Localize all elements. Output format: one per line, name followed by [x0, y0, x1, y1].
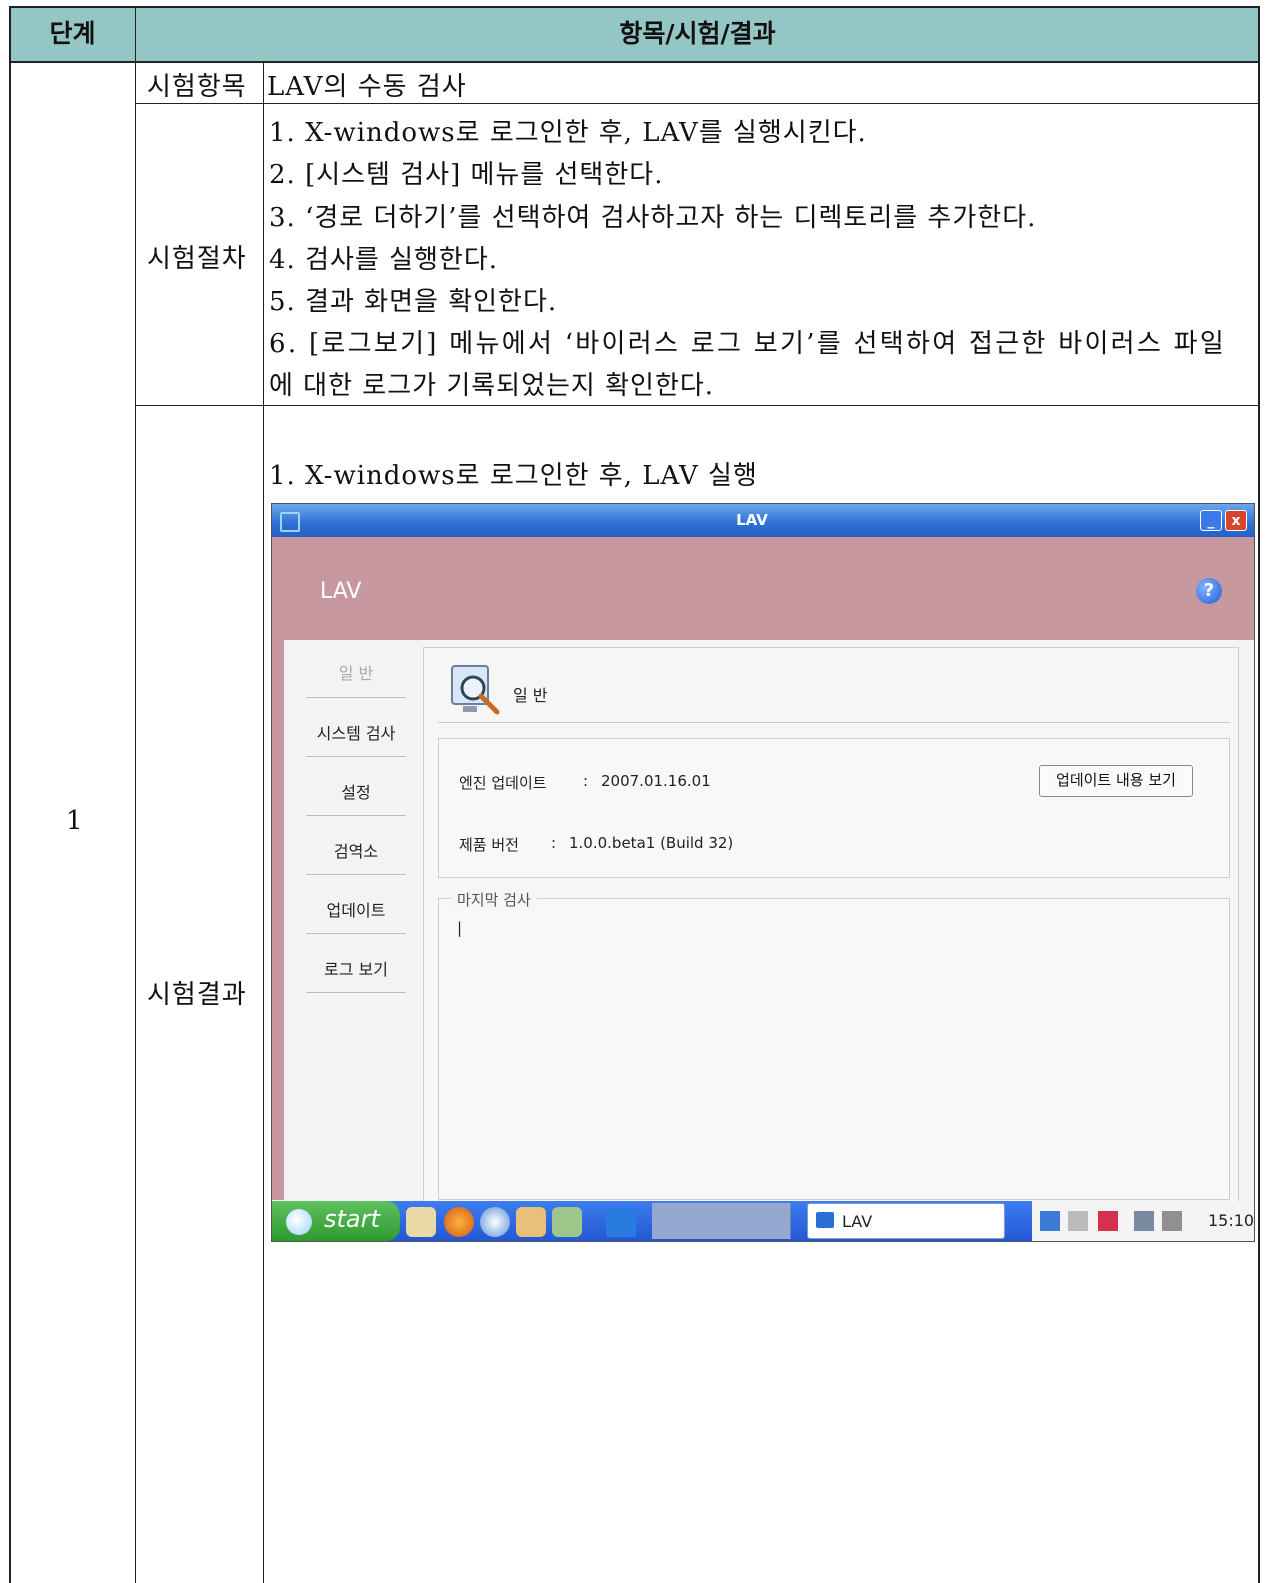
grid-line — [136, 405, 1259, 406]
system-tray: 15:10 — [1032, 1201, 1254, 1241]
result-caption: 1. X-windows로 로그인한 후, LAV 실행 — [269, 461, 758, 491]
window-titlebar: LAV _ x — [272, 504, 1254, 537]
close-button[interactable]: x — [1225, 510, 1247, 531]
quicklaunch-mail-icon[interactable] — [406, 1207, 436, 1237]
quicklaunch-firefox-icon[interactable] — [444, 1207, 474, 1237]
test-item-label: 시험항목 — [147, 72, 247, 102]
sidebar-nav: 일 반 시스템 검사 설정 검역소 업데이트 로그 보기 — [290, 640, 420, 1200]
test-item-value: LAV의 수동 검사 — [267, 72, 467, 102]
nav-item-settings[interactable]: 설정 — [306, 779, 406, 803]
header-stage: 단계 — [49, 19, 96, 48]
quicklaunch-app-icon[interactable] — [606, 1207, 636, 1237]
nav-divider — [306, 756, 406, 757]
last-scan-group: 마지막 검사 | — [438, 889, 1230, 1200]
taskbar-app-lav[interactable]: LAV — [807, 1203, 1005, 1239]
procedure-line: 에 대한 로그가 기록되었는지 확인한다. — [269, 371, 715, 401]
stage-number: 1 — [66, 806, 84, 836]
panel-divider — [438, 722, 1230, 723]
procedure-label: 시험절차 — [147, 244, 247, 274]
nav-item-log-view[interactable]: 로그 보기 — [306, 956, 406, 980]
procedure-line: 2. [시스템 검사] 메뉴를 선택한다. — [269, 160, 664, 190]
content-panel: 일 반 엔진 업데이트 : 2007.01.16.01 업데이트 내용 보기 제… — [423, 647, 1239, 1209]
tray-clock: 15:10 — [1208, 1211, 1255, 1230]
tray-app-icon[interactable] — [1040, 1211, 1060, 1231]
tray-flag-icon[interactable] — [1098, 1211, 1118, 1231]
grid-line — [1258, 6, 1260, 1583]
nav-divider — [306, 992, 406, 993]
procedure-line: 1. X-windows로 로그인한 후, LAV를 실행시킨다. — [269, 118, 867, 148]
start-label: start — [324, 1205, 380, 1233]
left-accent-stripe — [272, 640, 284, 1200]
lav-taskbar-icon — [816, 1212, 834, 1228]
grid-line — [9, 61, 1260, 63]
tray-printer-icon[interactable] — [1068, 1211, 1088, 1231]
engine-update-sep: : — [583, 772, 589, 790]
last-scan-title: 마지막 검사 — [451, 889, 537, 910]
start-logo-icon — [286, 1209, 312, 1235]
grid-line — [263, 62, 264, 1583]
procedure-line: 3. ‘경로 더하기’를 선택하여 검사하고자 하는 디렉토리를 추가한다. — [269, 203, 1037, 233]
nav-divider — [306, 815, 406, 816]
product-version-label: 제품 버전 — [459, 836, 519, 854]
header-items: 항목/시험/결과 — [619, 19, 776, 48]
help-icon[interactable]: ? — [1196, 578, 1222, 604]
lav-window-screenshot: LAV _ x LAV ? 일 반 시스템 검사 설정 검역소 업데이트 로그 … — [271, 503, 1255, 1242]
result-label: 시험결과 — [147, 980, 247, 1010]
taskbar-blank-slot[interactable] — [698, 1203, 745, 1239]
tray-volume-icon[interactable] — [1162, 1211, 1182, 1231]
tray-network-icon[interactable] — [1134, 1211, 1154, 1231]
quicklaunch-users-icon[interactable] — [516, 1207, 546, 1237]
procedure-line: 4. 검사를 실행한다. — [269, 245, 499, 275]
quicklaunch-thunderbird-icon[interactable] — [480, 1207, 510, 1237]
banner-title: LAV — [320, 579, 362, 604]
product-version-value: 1.0.0.beta1 (Build 32) — [569, 834, 734, 852]
product-version-sep: : — [551, 834, 557, 852]
grid-line — [136, 103, 1259, 104]
procedure-line: 6. [로그보기] 메뉴에서 ‘바이러스 로그 보기’를 선택하여 접근한 바이… — [269, 329, 1227, 359]
view-update-details-button[interactable]: 업데이트 내용 보기 — [1039, 765, 1193, 797]
info-group: 엔진 업데이트 : 2007.01.16.01 업데이트 내용 보기 제품 버전… — [438, 738, 1230, 878]
nav-divider — [306, 933, 406, 934]
taskbar-blank-slot[interactable] — [744, 1203, 791, 1239]
minimize-button[interactable]: _ — [1200, 510, 1222, 531]
last-scan-text: | — [457, 919, 463, 937]
grid-line — [9, 6, 1260, 8]
nav-item-update[interactable]: 업데이트 — [306, 897, 406, 921]
grid-line — [135, 6, 136, 1583]
window-title: LAV — [736, 511, 768, 529]
panel-title: 일 반 — [513, 686, 548, 705]
start-button[interactable]: start — [272, 1201, 400, 1241]
grid-line — [9, 6, 11, 1583]
nav-divider — [306, 697, 406, 698]
taskbar-app-label: LAV — [842, 1212, 873, 1231]
engine-update-label: 엔진 업데이트 — [459, 774, 547, 792]
quicklaunch-notes-icon[interactable] — [552, 1207, 582, 1237]
nav-item-system-scan[interactable]: 시스템 검사 — [306, 720, 406, 744]
magnifier-monitor-icon — [451, 665, 500, 715]
nav-divider — [306, 874, 406, 875]
taskbar-blank-slot[interactable] — [652, 1203, 699, 1239]
engine-update-value: 2007.01.16.01 — [601, 772, 711, 790]
procedure-line: 5. 결과 화면을 확인한다. — [269, 287, 558, 317]
app-banner: LAV ? — [272, 537, 1254, 640]
nav-item-general[interactable]: 일 반 — [306, 660, 406, 684]
nav-item-quarantine[interactable]: 검역소 — [306, 838, 406, 862]
taskbar: start LAV 15:10 — [272, 1201, 1254, 1241]
